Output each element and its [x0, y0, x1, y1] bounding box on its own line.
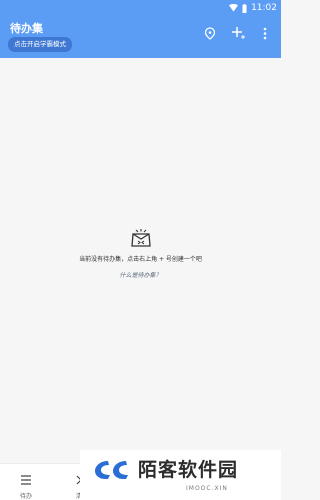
- add-icon[interactable]: [230, 25, 246, 41]
- nav-label-todo: 待办: [20, 493, 33, 500]
- status-time: 11:02: [251, 3, 277, 13]
- wifi-icon: [229, 4, 239, 12]
- inbox-icon: [129, 228, 153, 248]
- watermark-subtitle: IMOOC.XIN: [186, 485, 228, 492]
- what-is-link[interactable]: 什么是待办集？: [0, 270, 281, 279]
- battery-icon: [242, 3, 247, 13]
- more-vert-icon[interactable]: [257, 25, 273, 41]
- status-icons: 11:02: [229, 1, 277, 15]
- study-mode-button[interactable]: 点击开启学霸模式: [8, 37, 72, 52]
- page-title: 待办集: [10, 22, 43, 35]
- empty-state: 当前没有待办集，点击右上角 + 号创建一个吧 什么是待办集？: [0, 228, 281, 279]
- location-pin-icon[interactable]: [202, 25, 218, 41]
- status-bar: 11:02: [0, 0, 281, 16]
- watermark: 陌客软件园 IMOOC.XIN: [80, 450, 281, 500]
- nav-item-todo[interactable]: 待办: [20, 470, 32, 500]
- watermark-title: 陌客软件园: [138, 459, 239, 481]
- watermark-logo-icon: [95, 461, 128, 479]
- menu-icon: [21, 475, 31, 485]
- empty-message: 当前没有待办集，点击右上角 + 号创建一个吧: [79, 256, 202, 263]
- app-bar: 待办集 点击开启学霸模式: [0, 16, 281, 58]
